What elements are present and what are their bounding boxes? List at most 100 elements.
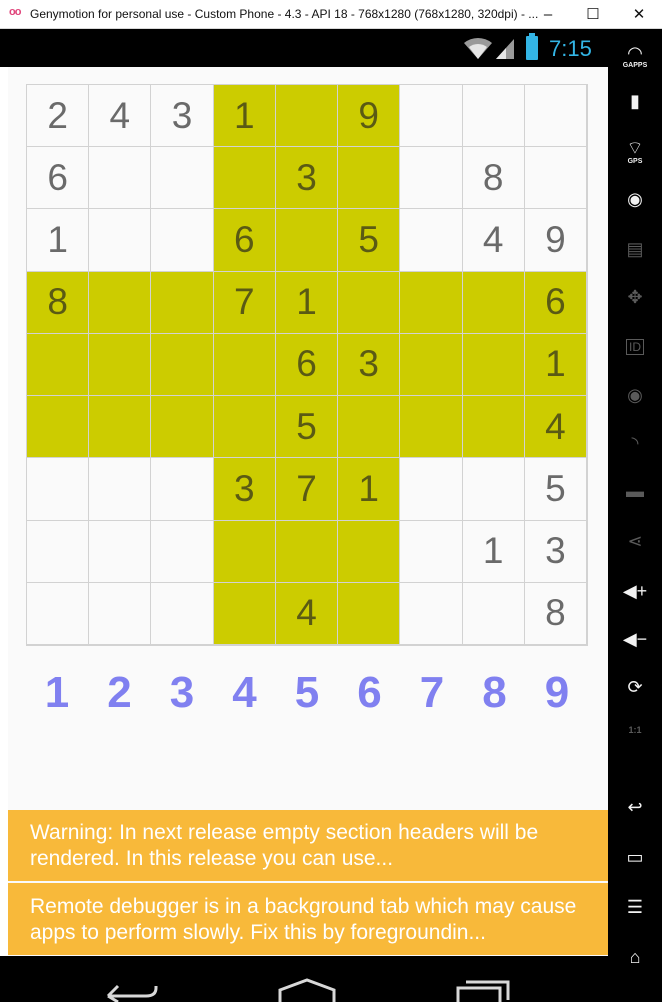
sudoku-cell-r8c7[interactable]: [400, 520, 463, 583]
sudoku-cell-r6c1[interactable]: [27, 396, 90, 459]
sudoku-cell-r2c9[interactable]: [524, 147, 587, 210]
sudoku-cell-r9c7[interactable]: [400, 582, 463, 645]
sudoku-cell-r6c6[interactable]: [338, 396, 401, 459]
nav-back-icon[interactable]: [104, 978, 158, 1002]
gps-icon[interactable]: ⌔ GPS: [608, 137, 662, 165]
share-icon[interactable]: ⋖: [608, 531, 662, 552]
sudoku-cell-r1c9[interactable]: [524, 85, 587, 148]
sudoku-cell-r7c9[interactable]: 5: [524, 458, 587, 521]
sudoku-cell-r1c5[interactable]: [275, 85, 339, 148]
sudoku-cell-r1c8[interactable]: [462, 85, 525, 148]
sudoku-cell-r4c8[interactable]: [462, 271, 525, 334]
sudoku-cell-r1c2[interactable]: 4: [89, 85, 152, 148]
network-icon[interactable]: ◝: [608, 433, 662, 454]
sudoku-cell-r4c7[interactable]: [400, 271, 463, 334]
sudoku-cell-r3c4[interactable]: 6: [213, 209, 276, 272]
sudoku-cell-r9c6[interactable]: [338, 582, 401, 645]
number-button-9[interactable]: 9: [529, 668, 585, 728]
rotate-icon[interactable]: ⟳: [608, 677, 662, 698]
dpad-icon[interactable]: ✥: [608, 287, 662, 308]
sudoku-cell-r1c3[interactable]: 3: [151, 85, 214, 148]
volume-up-icon[interactable]: ◀+: [608, 581, 662, 602]
sudoku-cell-r7c3[interactable]: [151, 458, 214, 521]
warning-toast[interactable]: Warning: In next release empty section h…: [8, 810, 608, 881]
sudoku-cell-r2c7[interactable]: [400, 147, 463, 210]
sudoku-cell-r5c3[interactable]: [151, 333, 214, 397]
sudoku-cell-r8c8[interactable]: 1: [462, 520, 525, 583]
sudoku-cell-r8c4[interactable]: [213, 520, 276, 583]
device-id-icon[interactable]: ID: [608, 335, 662, 356]
number-button-2[interactable]: 2: [92, 668, 148, 728]
sudoku-cell-r6c4[interactable]: [213, 396, 276, 459]
sudoku-cell-r2c3[interactable]: [151, 147, 214, 210]
sudoku-cell-r8c6[interactable]: [338, 520, 401, 583]
nav-home-icon[interactable]: [278, 978, 336, 1002]
gapps-icon[interactable]: ◠ GAPPS: [608, 43, 662, 69]
sudoku-cell-r7c5[interactable]: 7: [275, 458, 339, 521]
debugger-warning-toast[interactable]: Remote debugger is in a background tab w…: [8, 883, 608, 955]
sudoku-cell-r5c6[interactable]: 3: [338, 333, 401, 397]
sudoku-cell-r5c9[interactable]: 1: [524, 333, 587, 397]
sudoku-cell-r3c2[interactable]: [89, 209, 152, 272]
number-button-4[interactable]: 4: [217, 668, 273, 728]
sudoku-cell-r6c2[interactable]: [89, 396, 152, 459]
media-icon[interactable]: ▤: [608, 239, 662, 260]
sudoku-cell-r4c4[interactable]: 7: [213, 271, 276, 334]
sudoku-cell-r2c6[interactable]: [338, 147, 401, 210]
number-button-5[interactable]: 5: [279, 668, 335, 728]
sudoku-cell-r9c8[interactable]: [462, 582, 525, 645]
sudoku-cell-r2c5[interactable]: 3: [275, 147, 339, 210]
sudoku-cell-r4c9[interactable]: 6: [524, 271, 587, 334]
sudoku-cell-r7c1[interactable]: [27, 458, 90, 521]
sudoku-cell-r6c5[interactable]: 5: [275, 396, 339, 459]
sudoku-cell-r1c1[interactable]: 2: [27, 85, 90, 148]
sudoku-cell-r8c5[interactable]: [275, 520, 339, 583]
sudoku-cell-r3c8[interactable]: 4: [462, 209, 525, 272]
sudoku-cell-r1c4[interactable]: 1: [213, 85, 276, 148]
sudoku-cell-r5c2[interactable]: [89, 333, 152, 397]
battery-widget-icon[interactable]: ▮: [608, 91, 662, 112]
sudoku-cell-r7c2[interactable]: [89, 458, 152, 521]
sudoku-cell-r7c6[interactable]: 1: [338, 458, 401, 521]
sudoku-cell-r8c1[interactable]: [27, 520, 90, 583]
volume-down-icon[interactable]: ◀−: [608, 629, 662, 650]
sudoku-cell-r9c5[interactable]: 4: [275, 582, 339, 645]
sms-icon[interactable]: ▬: [608, 481, 662, 502]
sudoku-cell-r3c5[interactable]: [275, 209, 339, 272]
sudoku-cell-r4c6[interactable]: [338, 271, 401, 334]
camera-icon[interactable]: ◉: [608, 189, 662, 210]
home-icon[interactable]: ⌂: [608, 947, 662, 968]
sudoku-cell-r7c8[interactable]: [462, 458, 525, 521]
nav-recents-icon[interactable]: [456, 978, 512, 1002]
sudoku-cell-r3c9[interactable]: 9: [524, 209, 587, 272]
sudoku-cell-r4c3[interactable]: [151, 271, 214, 334]
menu-icon[interactable]: ☰: [608, 897, 662, 918]
number-button-8[interactable]: 8: [467, 668, 523, 728]
sudoku-cell-r1c6[interactable]: 9: [338, 85, 401, 148]
sudoku-cell-r6c3[interactable]: [151, 396, 214, 459]
sudoku-cell-r6c7[interactable]: [400, 396, 463, 459]
sudoku-cell-r2c2[interactable]: [89, 147, 152, 210]
number-button-6[interactable]: 6: [342, 668, 398, 728]
sudoku-cell-r5c1[interactable]: [27, 333, 90, 397]
maximize-button[interactable]: ☐: [570, 0, 616, 28]
sudoku-cell-r5c4[interactable]: [213, 333, 276, 397]
sudoku-cell-r4c1[interactable]: 8: [27, 271, 90, 334]
sudoku-cell-r5c8[interactable]: [462, 333, 525, 397]
number-button-3[interactable]: 3: [154, 668, 210, 728]
sudoku-cell-r7c7[interactable]: [400, 458, 463, 521]
recent-apps-icon[interactable]: ▭: [608, 847, 662, 868]
sudoku-cell-r4c5[interactable]: 1: [275, 271, 339, 334]
pixel-perfect-icon[interactable]: 1:1: [608, 725, 662, 735]
sudoku-cell-r8c9[interactable]: 3: [524, 520, 587, 583]
sudoku-cell-r9c2[interactable]: [89, 582, 152, 645]
sudoku-cell-r5c7[interactable]: [400, 333, 463, 397]
sudoku-cell-r3c7[interactable]: [400, 209, 463, 272]
sudoku-cell-r6c8[interactable]: [462, 396, 525, 459]
sudoku-cell-r6c9[interactable]: 4: [524, 396, 587, 459]
sudoku-cell-r9c9[interactable]: 8: [524, 582, 587, 645]
sudoku-cell-r8c2[interactable]: [89, 520, 152, 583]
number-button-7[interactable]: 7: [404, 668, 460, 728]
minimize-button[interactable]: –: [525, 0, 571, 28]
sudoku-cell-r8c3[interactable]: [151, 520, 214, 583]
